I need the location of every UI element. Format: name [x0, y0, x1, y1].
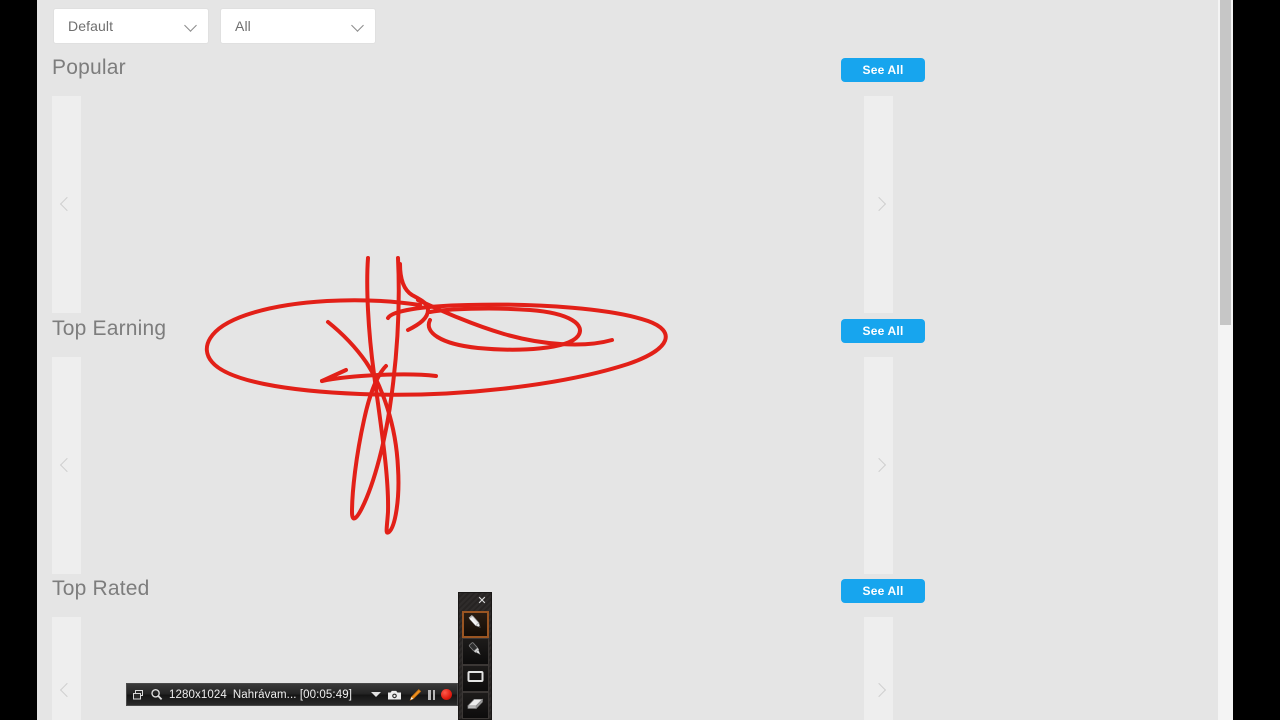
page-scrollbar[interactable]: [1218, 0, 1233, 720]
carousel: [37, 357, 1233, 574]
marker-tool-button[interactable]: [462, 638, 489, 665]
record-dot-icon[interactable]: [441, 689, 452, 700]
section-popular: Popular See All: [37, 52, 1233, 313]
caret-down-icon[interactable]: [371, 692, 381, 697]
see-all-button[interactable]: See All: [841, 579, 925, 603]
marker-icon: [466, 640, 485, 664]
section-title: Top Earning: [52, 317, 167, 340]
recorder-status: Nahrávam... [00:05:49]: [232, 688, 353, 701]
pencil-tool-button[interactable]: [462, 611, 489, 638]
section-header: Popular See All: [37, 52, 1233, 96]
filter-bar: Default All: [37, 0, 1233, 52]
scrollbar-thumb[interactable]: [1220, 0, 1231, 325]
carousel-next-button[interactable]: [864, 617, 893, 720]
browser-viewport: Default All Popular See All Top Earning …: [37, 0, 1233, 720]
recorder-resolution: 1280x1024: [169, 688, 227, 701]
chevron-left-icon: [60, 684, 74, 698]
screen-root: Default All Popular See All Top Earning …: [0, 0, 1280, 720]
chevron-down-icon: [185, 20, 198, 33]
rectangle-icon: [466, 667, 485, 691]
pause-icon[interactable]: [428, 689, 435, 700]
carousel-prev-button[interactable]: [52, 96, 81, 313]
annotation-tool-palette: ✕: [458, 592, 492, 720]
screen-recorder-bar: 1280x1024 Nahrávam... [00:05:49]: [126, 683, 458, 706]
eraser-icon: [466, 694, 485, 718]
see-all-button[interactable]: See All: [841, 319, 925, 343]
carousel: [37, 96, 1233, 313]
chevron-left-icon: [60, 198, 74, 212]
highlighter-pen-icon[interactable]: [408, 688, 422, 702]
chevron-right-icon: [872, 198, 886, 212]
chevron-down-icon: [352, 20, 365, 33]
chevron-right-icon: [872, 684, 886, 698]
eraser-tool-button[interactable]: [462, 692, 489, 719]
carousel-track[interactable]: [81, 357, 864, 574]
pencil-icon: [466, 613, 485, 637]
category-select-value: All: [235, 18, 251, 34]
close-icon[interactable]: ✕: [476, 595, 488, 607]
section-title: Popular: [52, 56, 126, 79]
carousel-next-button[interactable]: [864, 96, 893, 313]
camera-icon[interactable]: [387, 689, 402, 701]
category-select[interactable]: All: [220, 8, 376, 44]
section-header: Top Rated See All: [37, 573, 1233, 617]
carousel-track[interactable]: [81, 96, 864, 313]
chevron-left-icon: [60, 459, 74, 473]
sort-select[interactable]: Default: [53, 8, 209, 44]
magnifier-icon[interactable]: [150, 688, 163, 701]
sort-select-value: Default: [68, 18, 114, 34]
section-title: Top Rated: [52, 577, 150, 600]
carousel-prev-button[interactable]: [52, 617, 81, 720]
carousel-next-button[interactable]: [864, 357, 893, 574]
see-all-button[interactable]: See All: [841, 58, 925, 82]
restore-window-icon[interactable]: [132, 689, 144, 701]
rectangle-tool-button[interactable]: [462, 665, 489, 692]
section-header: Top Earning See All: [37, 313, 1233, 357]
carousel-prev-button[interactable]: [52, 357, 81, 574]
chevron-right-icon: [872, 459, 886, 473]
section-top-earning: Top Earning See All: [37, 313, 1233, 574]
